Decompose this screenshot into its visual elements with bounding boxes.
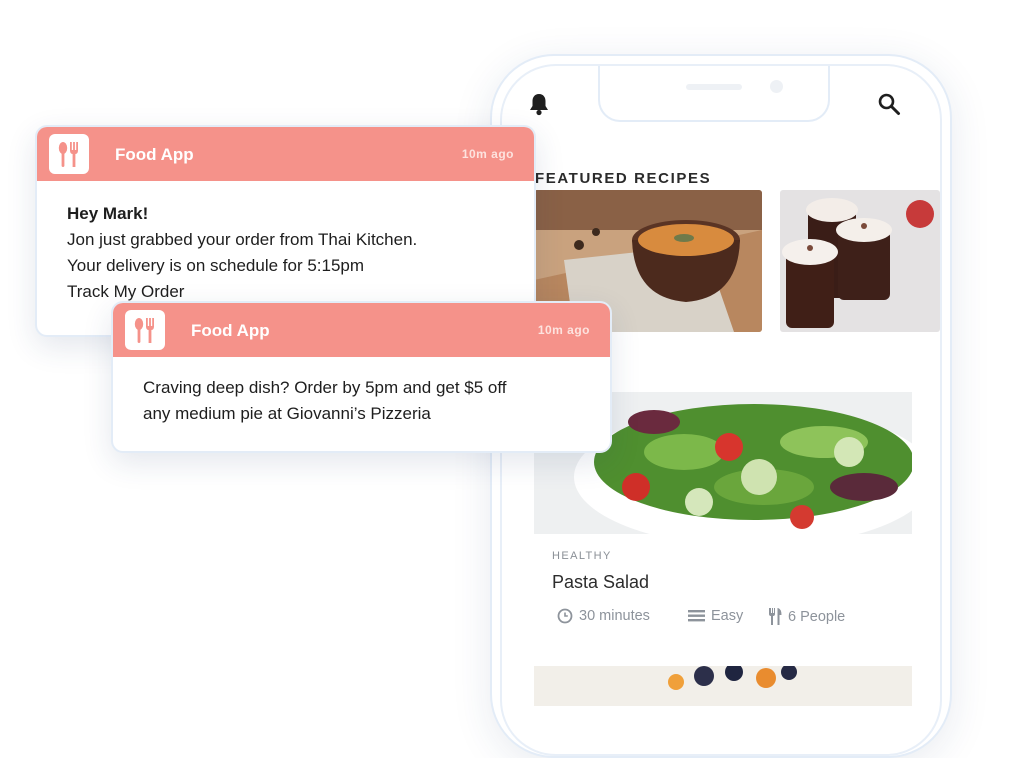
- notification-line: Your delivery is on schedule for 5:15pm: [67, 256, 365, 275]
- recipe-time: 30 minutes: [557, 608, 650, 624]
- cocoa-image: [780, 190, 940, 332]
- app-icon: [49, 134, 89, 174]
- search-icon[interactable]: [877, 92, 901, 116]
- app-name: Food App: [115, 145, 194, 164]
- notification-header: Food App 10m ago: [113, 303, 610, 357]
- front-camera: [770, 80, 783, 93]
- phone-notch: [598, 66, 830, 122]
- bell-icon[interactable]: [528, 92, 550, 116]
- speaker-grille: [686, 84, 742, 90]
- notification-greeting: Hey Mark!: [67, 204, 149, 223]
- recipe-servings-label: 6 People: [788, 608, 846, 625]
- recipe-title[interactable]: Pasta Salad: [552, 572, 649, 593]
- recipe-category: HEALTHY: [552, 550, 612, 562]
- recipe-difficulty: Easy: [688, 608, 743, 624]
- recipe-card-next-image[interactable]: [534, 666, 912, 706]
- notification-promo[interactable]: Food App 10m ago Craving deep dish? Orde…: [111, 301, 612, 453]
- notification-line: Craving deep dish? Order by 5pm and get …: [143, 378, 507, 397]
- recipe-thumbnail-cocoa[interactable]: [780, 190, 940, 332]
- notification-line: Jon just grabbed your order from Thai Ki…: [67, 230, 418, 249]
- next-recipe-image: [534, 666, 912, 706]
- notification-body: Hey Mark! Jon just grabbed your order fr…: [37, 181, 534, 305]
- fork-spoon-icon: [134, 318, 154, 343]
- notification-timestamp: 10m ago: [461, 147, 514, 161]
- notification-body: Craving deep dish? Order by 5pm and get …: [113, 357, 610, 427]
- notification-header: Food App 10m ago: [37, 127, 534, 181]
- section-title: FEATURED RECIPES: [535, 170, 712, 187]
- utensils-icon: [769, 608, 782, 625]
- fork-spoon-icon: [58, 142, 78, 167]
- recipe-difficulty-label: Easy: [711, 608, 744, 624]
- difficulty-icon: [688, 610, 705, 622]
- notification-line: any medium pie at Giovanni’s Pizzeria: [143, 404, 431, 423]
- clock-icon: [557, 608, 573, 624]
- notification-timestamp: 10m ago: [537, 323, 590, 337]
- recipe-time-label: 30 minutes: [579, 608, 650, 624]
- app-name: Food App: [191, 321, 270, 340]
- recipe-servings: 6 People: [768, 608, 845, 625]
- app-icon: [125, 310, 165, 350]
